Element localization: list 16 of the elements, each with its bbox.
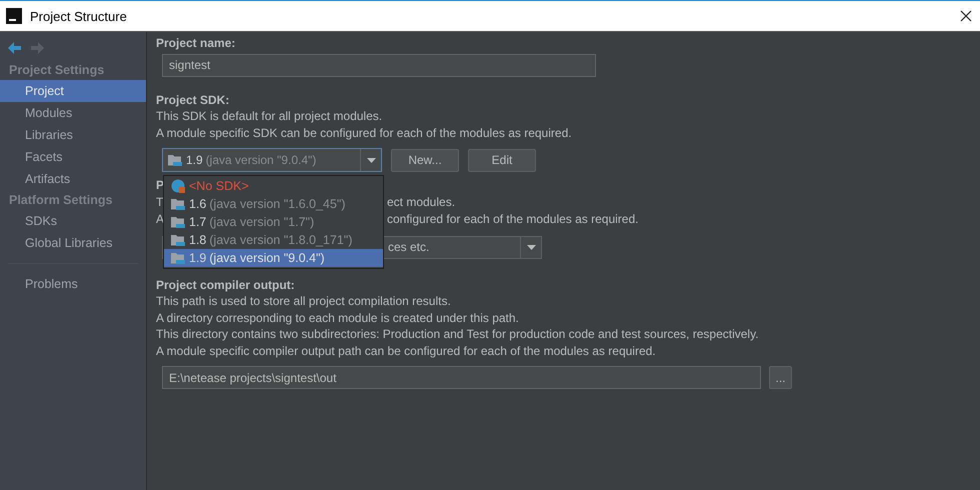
description-text: ect modules. (387, 194, 456, 210)
section-title: P (156, 177, 164, 194)
description-text: A module specific compiler output path can be configured for each of the modules as required. (156, 342, 657, 359)
section-title: Project SDK: (156, 92, 230, 108)
sidebar-heading: Platform Settings (8, 192, 114, 209)
section-title: Project compiler output: (156, 276, 296, 293)
section-title: Project name: (156, 35, 236, 52)
sidebar-heading: Project Settings (8, 62, 106, 79)
description-text: A directory corresponding to each module is created under this path. (156, 310, 520, 326)
description-text: configured for each of the modules as required. (387, 210, 638, 228)
window-title: Project Structure (30, 8, 128, 24)
description-text: A module specific SDK can be configured for each of the modules as required. (156, 124, 573, 141)
description-text: This SDK is default for all project modules. (156, 108, 384, 124)
description-text: T (156, 194, 164, 210)
description-text: This path is used to store all project compilation results. (156, 293, 452, 310)
description-text: This directory contains two subdirectories: Production and Test for production code and test sources, respectively. (156, 326, 760, 342)
